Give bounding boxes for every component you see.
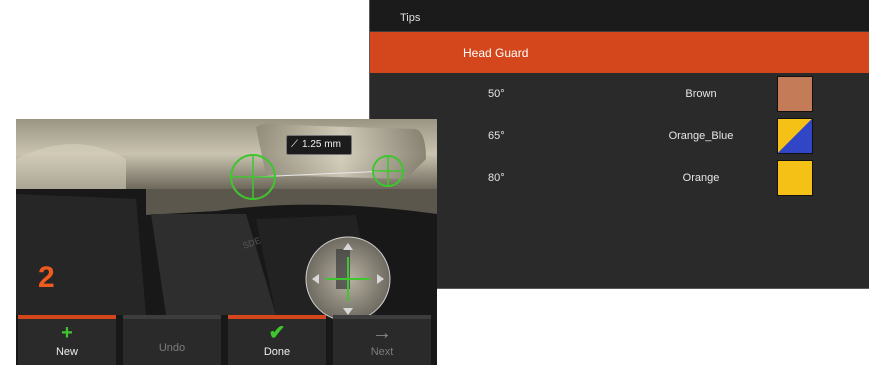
new-button[interactable]: + New (18, 315, 116, 365)
done-button-label: Done (263, 346, 291, 358)
undo-button[interactable]: Undo (123, 315, 221, 365)
next-button[interactable]: → Next (333, 315, 431, 365)
tip-color-swatch (777, 118, 813, 154)
measurement-value: 1.25 mm (302, 139, 341, 150)
tip-row[interactable]: 50° Brown (370, 73, 869, 115)
tip-color-name: Orange_Blue (668, 130, 734, 142)
ruler-diagonal-icon: ⟋ (291, 139, 298, 150)
tip-row[interactable]: 65° Orange_Blue (370, 115, 869, 157)
tip-color-swatch (777, 160, 813, 196)
undo-button-label: Undo (158, 342, 186, 354)
tip-row[interactable]: 80° Orange (370, 157, 869, 199)
tips-panel: Tips Head Guard 50° Brown 65° Orange_Blu… (369, 0, 869, 289)
tip-angle: 65° (488, 130, 505, 142)
tips-panel-title: Tips (370, 0, 869, 32)
bottom-toolbar: + New Undo ✔ Done → Next (16, 315, 437, 365)
plus-icon: + (61, 322, 73, 344)
new-button-label: New (55, 346, 78, 358)
done-button[interactable]: ✔ Done (228, 315, 326, 365)
step-number: 2 (38, 261, 55, 294)
tip-color-name: Orange (682, 172, 720, 184)
tip-row-selected[interactable]: Head Guard (370, 32, 869, 73)
tip-color-swatch (777, 76, 813, 112)
check-icon: ✔ (268, 322, 286, 344)
measurement-readout: ⟋ 1.25 mm (286, 135, 352, 155)
tip-angle: 50° (488, 88, 505, 100)
next-button-label: Next (370, 346, 394, 358)
arrow-right-icon: → (372, 322, 392, 344)
tip-angle: 80° (488, 172, 505, 184)
camera-view: SDE ⟋ 1.25 mm 2 + New Undo ✔ Done → Next (16, 119, 437, 365)
tip-color-name: Brown (685, 88, 717, 100)
